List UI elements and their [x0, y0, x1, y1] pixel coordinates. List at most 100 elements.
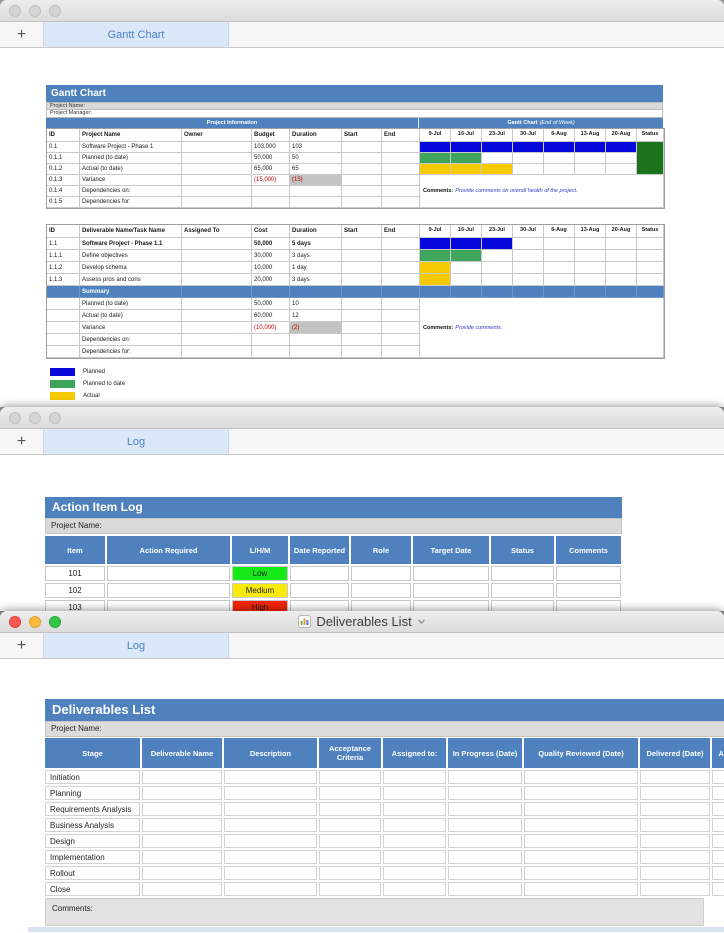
stage-cell[interactable]: Requirements Analysis	[45, 802, 140, 816]
status-cell[interactable]	[491, 583, 554, 598]
empty-cell[interactable]	[224, 866, 317, 880]
amount-cell[interactable]: 103,000	[252, 142, 290, 153]
gantt-bar-cell[interactable]	[575, 250, 606, 262]
empty-cell[interactable]	[383, 818, 446, 832]
id-cell[interactable]: 0.1	[47, 142, 80, 153]
gantt-bar-cell[interactable]	[451, 250, 482, 262]
empty-cell[interactable]	[319, 818, 381, 832]
empty-cell[interactable]	[224, 818, 317, 832]
end-cell[interactable]	[382, 153, 420, 164]
gantt-bar-cell[interactable]	[451, 238, 482, 250]
id-cell[interactable]: 0.1.2	[47, 164, 80, 175]
name-cell[interactable]: Dependencies for:	[80, 346, 182, 358]
gantt-bar-cell[interactable]	[544, 262, 575, 274]
amount-cell[interactable]: (10,000)	[252, 322, 290, 334]
gantt-bar-cell[interactable]	[451, 262, 482, 274]
end-cell[interactable]	[382, 238, 420, 250]
empty-cell[interactable]	[224, 882, 317, 896]
window-title-dropdown[interactable]: Deliverables List	[298, 614, 425, 629]
duration-cell[interactable]: 12	[290, 310, 342, 322]
duration-cell[interactable]: 65	[290, 164, 342, 175]
gantt-bar-cell[interactable]	[482, 274, 513, 286]
summary-row-cell[interactable]	[290, 286, 342, 298]
gantt-bar-cell[interactable]	[544, 238, 575, 250]
empty-cell[interactable]	[640, 834, 710, 848]
end-cell[interactable]	[382, 175, 420, 186]
gantt-bar-cell[interactable]	[544, 164, 575, 175]
gantt-bar-cell[interactable]	[575, 164, 606, 175]
start-cell[interactable]	[342, 262, 382, 274]
id-cell[interactable]: 1.1	[47, 238, 80, 250]
end-cell[interactable]	[382, 186, 420, 197]
add-sheet-button[interactable]: +	[0, 22, 44, 47]
window-titlebar[interactable]	[0, 0, 724, 22]
end-cell[interactable]	[382, 197, 420, 208]
empty-cell[interactable]	[142, 818, 222, 832]
priority-cell[interactable]: Medium	[232, 583, 288, 598]
date-reported-cell[interactable]	[290, 600, 349, 611]
empty-cell[interactable]	[224, 786, 317, 800]
status-cell[interactable]	[637, 250, 664, 262]
empty-cell[interactable]	[142, 882, 222, 896]
empty-cell[interactable]	[524, 802, 638, 816]
start-cell[interactable]	[342, 298, 382, 310]
empty-cell[interactable]	[224, 770, 317, 784]
date-reported-cell[interactable]	[290, 583, 349, 598]
zoom-button[interactable]	[49, 5, 61, 17]
empty-cell[interactable]	[712, 786, 724, 800]
owner-cell[interactable]	[182, 164, 252, 175]
gantt-bar-cell[interactable]	[513, 238, 544, 250]
duration-cell[interactable]: (2)	[290, 322, 342, 334]
empty-cell[interactable]	[524, 818, 638, 832]
duration-cell[interactable]: 10	[290, 298, 342, 310]
gantt-bar-cell[interactable]	[606, 274, 637, 286]
item-cell[interactable]: 102	[45, 583, 105, 598]
amount-cell[interactable]	[252, 197, 290, 208]
empty-cell[interactable]	[448, 850, 522, 864]
id-cell[interactable]: 1.1.3	[47, 274, 80, 286]
id-cell[interactable]: 1.1.1	[47, 250, 80, 262]
empty-cell[interactable]	[712, 818, 724, 832]
id-cell[interactable]: 0.1.1	[47, 153, 80, 164]
gantt-bar-cell[interactable]	[482, 238, 513, 250]
gantt-bar-cell[interactable]	[451, 274, 482, 286]
empty-cell[interactable]	[524, 850, 638, 864]
owner-cell[interactable]	[182, 346, 252, 358]
empty-cell[interactable]	[712, 834, 724, 848]
start-cell[interactable]	[342, 310, 382, 322]
role-cell[interactable]	[351, 600, 411, 611]
priority-cell[interactable]: High	[232, 600, 288, 611]
empty-cell[interactable]	[383, 882, 446, 896]
gantt-bar-cell[interactable]	[513, 153, 544, 164]
empty-cell[interactable]	[142, 786, 222, 800]
gantt-bar-cell[interactable]	[606, 153, 637, 164]
close-button[interactable]	[9, 412, 21, 424]
status-cell[interactable]	[637, 142, 664, 175]
id-cell[interactable]	[47, 334, 80, 346]
gantt-bar-cell[interactable]	[420, 142, 451, 153]
end-cell[interactable]	[382, 250, 420, 262]
stage-cell[interactable]: Planning	[45, 786, 140, 800]
end-cell[interactable]	[382, 334, 420, 346]
empty-cell[interactable]	[640, 850, 710, 864]
empty-cell[interactable]	[524, 770, 638, 784]
stage-cell[interactable]: Business Analysis	[45, 818, 140, 832]
amount-cell[interactable]: 50,000	[252, 298, 290, 310]
owner-cell[interactable]	[182, 153, 252, 164]
gantt-bar-cell[interactable]	[544, 274, 575, 286]
summary-row-cell[interactable]	[637, 286, 664, 298]
stage-cell[interactable]: Rollout	[45, 866, 140, 880]
empty-cell[interactable]	[448, 770, 522, 784]
gantt-bar-cell[interactable]	[544, 250, 575, 262]
duration-cell[interactable]: 3 days	[290, 250, 342, 262]
amount-cell[interactable]: (15,000)	[252, 175, 290, 186]
minimize-button[interactable]	[29, 616, 41, 628]
gantt-bar-cell[interactable]	[420, 274, 451, 286]
gantt-bar-cell[interactable]	[544, 142, 575, 153]
id-cell[interactable]: 1.1.2	[47, 262, 80, 274]
gantt-bar-cell[interactable]	[606, 142, 637, 153]
name-cell[interactable]: Actual (to date)	[80, 310, 182, 322]
summary-row-cell[interactable]	[575, 286, 606, 298]
end-cell[interactable]	[382, 274, 420, 286]
duration-cell[interactable]	[290, 186, 342, 197]
